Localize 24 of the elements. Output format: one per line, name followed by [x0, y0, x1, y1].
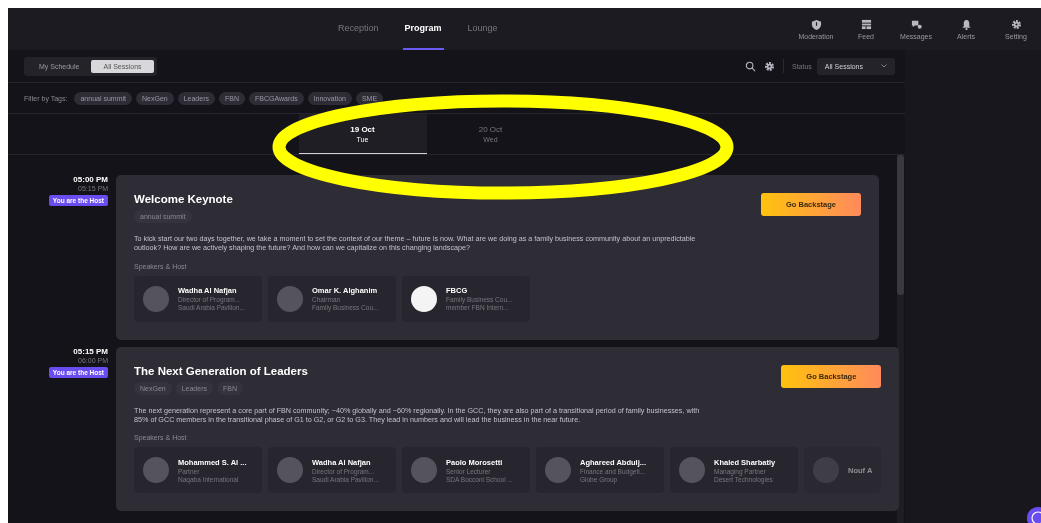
scrollbar-thumb[interactable] [897, 155, 904, 295]
settings-icon [1010, 18, 1022, 30]
chevron-icon [881, 64, 887, 68]
avatar-placeholder [143, 457, 169, 484]
avatar-placeholder [143, 285, 169, 312]
session-title: The Next Generation of Leaders [134, 364, 308, 377]
bell-icon [960, 18, 972, 30]
feed-icon [860, 18, 872, 30]
nav-tab[interactable]: Reception [336, 8, 381, 50]
avatar-placeholder [277, 457, 303, 484]
start-time: 05:15 PM [73, 346, 108, 356]
nav-tab[interactable]: Program [402, 8, 444, 50]
avatar-placeholder [411, 457, 437, 484]
session-title: Welcome Keynote [134, 193, 233, 205]
settings-icon[interactable] [764, 60, 775, 72]
avatar-placeholder [545, 457, 571, 484]
avatar-placeholder [277, 285, 303, 312]
shield-icon [810, 18, 822, 30]
start-time: 05:00 PM [73, 175, 108, 184]
logo-placeholder [411, 285, 437, 312]
search-icon[interactable] [745, 60, 756, 72]
chat-icon [910, 18, 922, 30]
avatar-placeholder [679, 457, 705, 484]
nav-tab[interactable]: Lounge [465, 8, 500, 50]
